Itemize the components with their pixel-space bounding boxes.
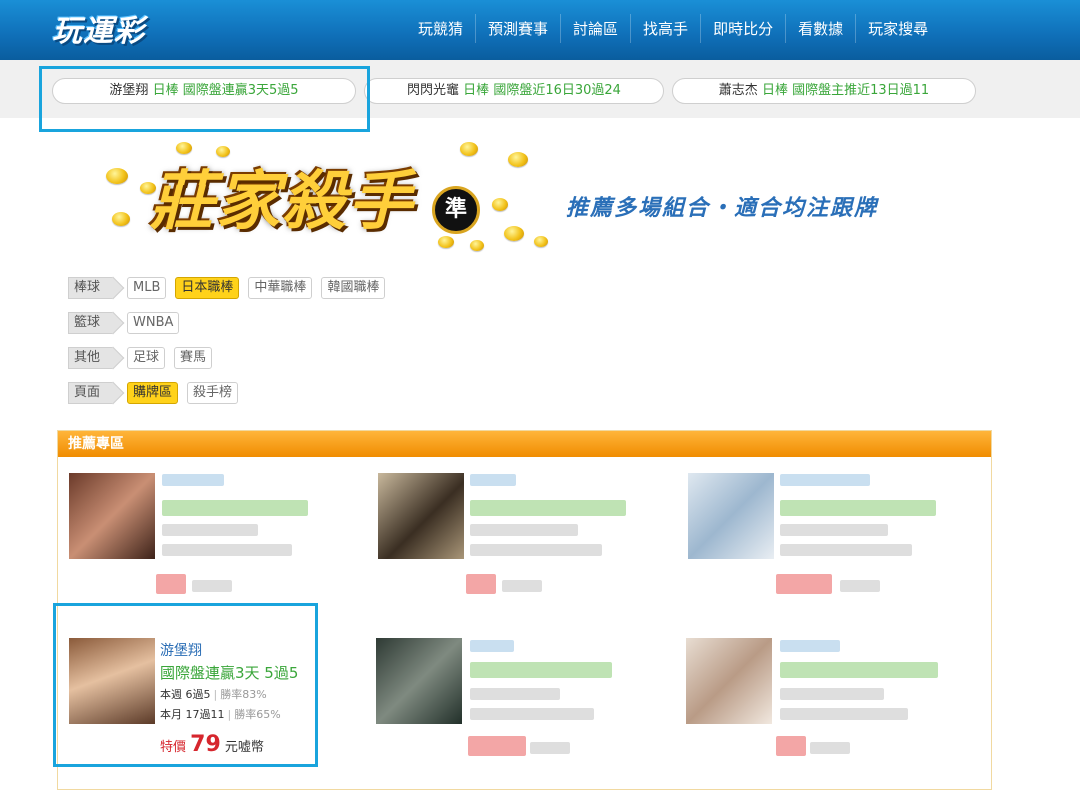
blurred-price: [468, 736, 526, 756]
nav-item-predict[interactable]: 預測賽事: [475, 14, 560, 43]
blurred-stat: [162, 524, 258, 536]
ticker-item[interactable]: 閃閃光竈 日棒 國際盤近16日30過24: [364, 78, 664, 104]
recommend-heading: 推薦專區: [58, 431, 991, 457]
accurate-badge: 準: [432, 186, 480, 234]
filter-tag-kbo[interactable]: 韓國職棒: [321, 277, 386, 299]
blurred-record: [162, 500, 308, 516]
ticker-league: 日棒: [463, 83, 490, 98]
avatar[interactable]: [688, 473, 774, 559]
avatar[interactable]: [69, 473, 155, 559]
top-header: 玩運彩 玩競猜 預測賽事 討論區 找高手 即時比分 看數據 玩家搜尋: [0, 0, 1080, 66]
filter-tag-buy-picks[interactable]: 購牌區: [127, 382, 179, 404]
blurred-name: [162, 474, 224, 486]
filter-tag-horse-racing[interactable]: 賽馬: [174, 347, 213, 369]
avatar[interactable]: [376, 638, 462, 724]
blurred-price: [840, 580, 880, 592]
banner-subtitle: 推薦多場組合・適合均注跟牌: [566, 196, 879, 221]
blurred-stat: [162, 544, 292, 556]
ticker-record: 國際盤主推近13日過11: [792, 83, 930, 98]
ticker-record: 國際盤近16日30過24: [493, 83, 621, 98]
blurred-stat: [780, 524, 888, 536]
blurred-record: [470, 662, 612, 678]
blurred-name: [780, 640, 840, 652]
blurred-price: [502, 580, 542, 592]
filter-tag-wnba[interactable]: WNBA: [127, 312, 180, 334]
filter-category: 棒球: [68, 277, 114, 299]
blurred-price: [776, 574, 832, 594]
blurred-name: [470, 474, 516, 486]
nav-item-player-search[interactable]: 玩家搜尋: [855, 14, 940, 43]
filter-tag-soccer[interactable]: 足球: [127, 347, 166, 369]
filter-category: 其他: [68, 347, 114, 369]
filter-category: 頁面: [68, 382, 114, 404]
blurred-price: [192, 580, 232, 592]
filter-row-other: 其他 足球 賽馬: [68, 347, 221, 369]
blurred-name: [470, 640, 514, 652]
nav-item-forum[interactable]: 討論區: [560, 14, 630, 43]
filter-row-page: 頁面 購牌區 殺手榜: [68, 382, 247, 404]
blurred-price: [776, 736, 806, 756]
blurred-price: [156, 574, 186, 594]
filter-category: 籃球: [68, 312, 114, 334]
blurred-stat: [470, 688, 560, 700]
nav-item-live-score[interactable]: 即時比分: [700, 14, 785, 43]
site-logo[interactable]: 玩運彩: [52, 6, 145, 50]
nav-item-stats[interactable]: 看數據: [785, 14, 855, 43]
nav-item-guess[interactable]: 玩競猜: [406, 14, 475, 43]
blurred-stat: [470, 524, 578, 536]
blurred-record: [780, 662, 938, 678]
filter-row-baseball: 棒球 MLB 日本職棒 中華職棒 韓國職棒: [68, 277, 394, 299]
avatar[interactable]: [378, 473, 464, 559]
filter-tag-killer-rank[interactable]: 殺手榜: [187, 382, 239, 404]
blurred-price: [466, 574, 496, 594]
highlight-frame: [39, 66, 370, 132]
ticker-league: 日棒: [761, 83, 788, 98]
blurred-record: [780, 500, 936, 516]
blurred-price: [530, 742, 570, 754]
filter-row-basketball: 籃球 WNBA: [68, 312, 188, 334]
blurred-price: [810, 742, 850, 754]
filter-tag-mlb[interactable]: MLB: [127, 277, 167, 299]
highlight-frame: [53, 603, 318, 767]
blurred-stat: [470, 708, 594, 720]
filter-tag-npb[interactable]: 日本職棒: [175, 277, 240, 299]
blurred-stat: [780, 708, 908, 720]
blurred-stat: [780, 544, 912, 556]
blurred-name: [780, 474, 870, 486]
blurred-stat: [470, 544, 602, 556]
ticker-name: 閃閃光竈: [407, 83, 460, 98]
main-nav: 玩競猜 預測賽事 討論區 找高手 即時比分 看數據 玩家搜尋: [406, 14, 940, 43]
avatar[interactable]: [686, 638, 772, 724]
banner-title: 莊家殺手: [150, 164, 414, 239]
ticker-item[interactable]: 蕭志杰 日棒 國際盤主推近13日過11: [672, 78, 976, 104]
nav-item-experts[interactable]: 找高手: [630, 14, 700, 43]
blurred-stat: [780, 688, 884, 700]
ticker-name: 蕭志杰: [718, 83, 758, 98]
blurred-record: [470, 500, 626, 516]
filter-tag-cpbl[interactable]: 中華職棒: [248, 277, 313, 299]
